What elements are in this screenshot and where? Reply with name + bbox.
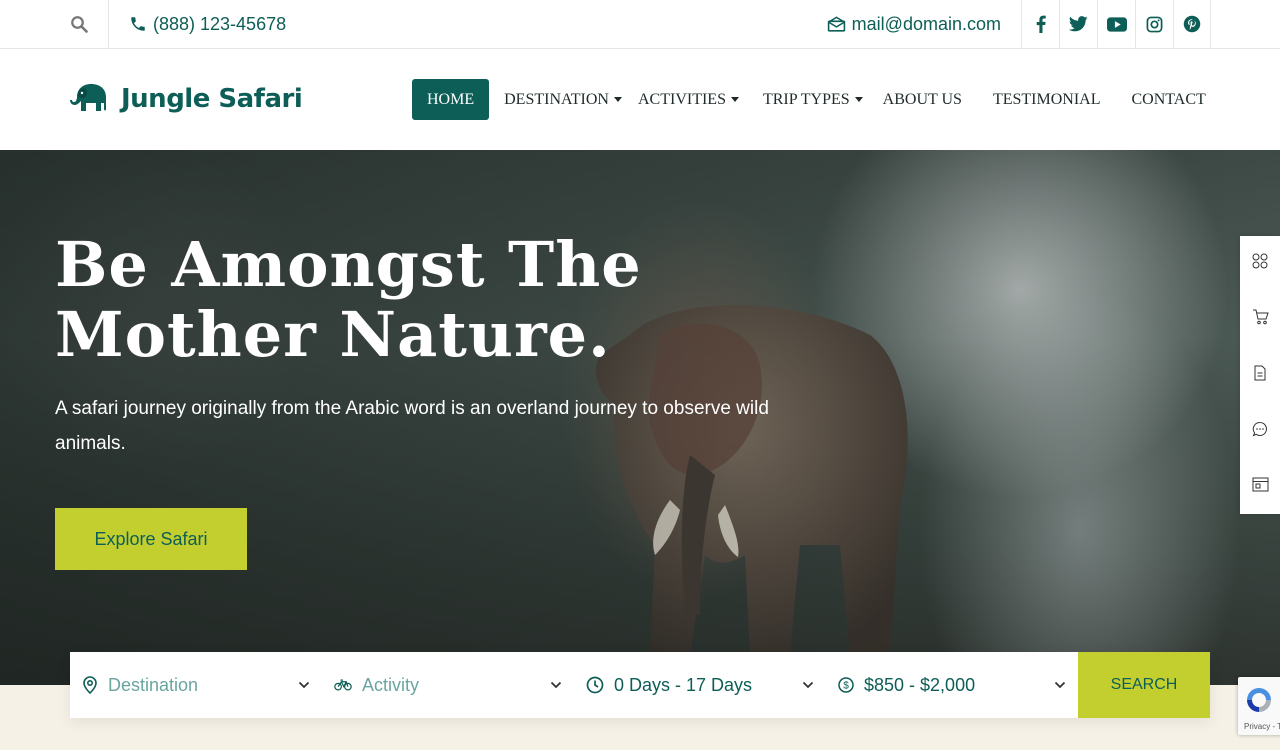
bicycle-icon [334,679,352,691]
envelope-icon [827,15,845,32]
caret-down-icon [730,97,739,102]
nav-activities-label: ACTIVITIES [637,90,726,108]
search-icon [71,16,88,33]
pinterest-link[interactable] [1173,0,1211,48]
recaptcha-links[interactable]: Privacy - Terms [1244,722,1280,731]
documentation-button[interactable] [1253,365,1267,386]
nav-activities[interactable]: ACTIVITIES [628,79,745,120]
nav-testimonial[interactable]: TESTIMONIAL [977,79,1116,120]
email-address: mail@domain.com [851,13,1001,34]
chevron-down-icon [1054,681,1066,689]
price-select[interactable]: $ $850 - $2,000 [826,652,1078,718]
search-toggle-button[interactable] [50,0,109,48]
price-value: $850 - $2,000 [864,674,976,695]
document-icon [1254,365,1266,381]
chat-icon [1252,421,1267,437]
search-button[interactable]: SEARCH [1078,652,1210,718]
youtube-icon [1106,16,1127,32]
hero-title: Be Amongst The Mother Nature. [55,228,642,371]
nav-about-label: ABOUT US [882,90,962,108]
activity-placeholder: Activity [362,674,420,695]
support-button[interactable] [1252,421,1268,442]
facebook-icon [1036,15,1046,33]
social-links [1021,0,1211,48]
phone-icon [131,17,145,31]
nav-testimonial-label: TESTIMONIAL [992,90,1101,108]
dollar-circle-icon: $ [838,677,854,693]
nav-destination-label: DESTINATION [504,90,609,108]
site-header: Jungle Safari HOME DESTINATION ACTIVITIE… [0,49,1280,150]
instagram-link[interactable] [1135,0,1173,48]
browser-icon [1252,477,1268,492]
purchase-button[interactable] [1252,309,1269,330]
trip-search-bar: Destination Activity 0 Days - 17 Days $ … [70,652,1210,718]
chevron-down-icon [802,681,814,689]
hero-banner: Be Amongst The Mother Nature. A safari j… [0,150,1280,685]
pinterest-icon [1183,15,1201,33]
nav-trip-types-label: TRIP TYPES [762,90,850,108]
nav-contact-label: CONTACT [1131,90,1206,108]
instagram-icon [1146,16,1163,32]
chevron-down-icon [550,681,562,689]
nav-about[interactable]: ABOUT US [871,79,977,120]
chevron-down-icon [298,681,310,689]
explore-safari-button[interactable]: Explore Safari [55,508,247,570]
caret-down-icon [854,97,863,102]
media-button[interactable] [1252,477,1269,497]
duration-select[interactable]: 0 Days - 17 Days [574,652,826,718]
map-pin-icon [83,676,97,694]
hero-subtitle: A safari journey originally from the Ara… [55,398,769,454]
phone-number: (888) 123-45678 [153,13,287,34]
recaptcha-icon [1247,688,1271,712]
facebook-link[interactable] [1021,0,1059,48]
grid-icon [1252,253,1268,269]
nav-home-label: HOME [427,90,475,108]
twitter-icon [1069,16,1088,32]
site-logo[interactable]: Jungle Safari [69,81,303,117]
youtube-link[interactable] [1097,0,1135,48]
duration-value: 0 Days - 17 Days [614,674,753,695]
activity-select[interactable]: Activity [322,652,574,718]
phone-link[interactable]: (888) 123-45678 [129,0,286,48]
main-nav: HOME DESTINATION ACTIVITIES TRIP TYPES A… [412,79,1221,120]
cart-icon [1252,309,1269,325]
demos-button[interactable] [1252,253,1268,274]
svg-text:$: $ [843,681,849,692]
nav-trip-types[interactable]: TRIP TYPES [745,79,871,120]
side-toolbar [1240,236,1280,514]
brand-name: Jungle Safari [121,84,303,114]
destination-select[interactable]: Destination [70,652,322,718]
clock-icon [586,676,604,694]
destination-placeholder: Destination [108,674,199,695]
top-bar: (888) 123-45678 mail@domain.com [0,0,1280,49]
twitter-link[interactable] [1059,0,1097,48]
nav-destination[interactable]: DESTINATION [489,79,628,120]
recaptcha-badge[interactable]: Privacy - Terms [1238,677,1280,735]
caret-down-icon [613,97,622,102]
elephant-logo-icon [70,84,106,111]
email-link[interactable]: mail@domain.com [827,0,1001,48]
nav-contact[interactable]: CONTACT [1115,79,1220,120]
nav-home[interactable]: HOME [412,79,490,120]
